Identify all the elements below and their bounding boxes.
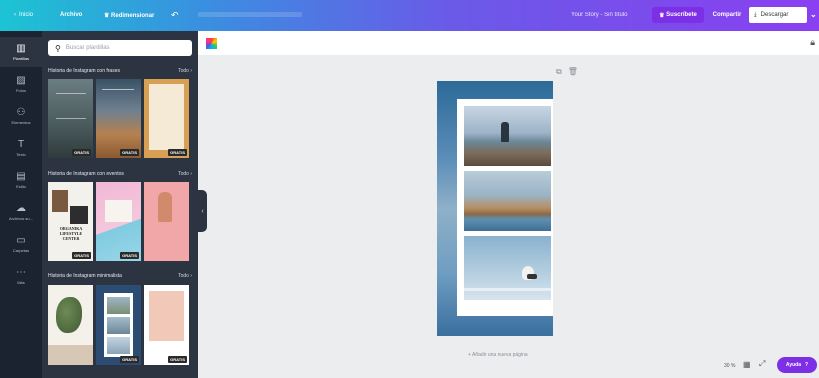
search-placeholder: Buscar plantillas — [65, 45, 110, 51]
chevron-left-icon: ‹ — [14, 12, 16, 18]
section-header: Historia de Instagram minimalista Todo › — [48, 273, 192, 279]
text-icon: T — [17, 138, 25, 150]
photo-pier-person[interactable] — [464, 106, 551, 166]
page-tools: ⧉ 🗑︎ — [556, 67, 578, 77]
crown-icon: ♛ — [104, 13, 112, 19]
help-button[interactable]: Ayuda ? — [777, 357, 817, 373]
elements-icon: ⚇ — [16, 106, 26, 118]
rail-item-style[interactable]: ▤ Estilo — [0, 165, 42, 195]
free-badge: GRATIS — [120, 149, 139, 156]
template-thumbnail[interactable]: ORGANIKA LIFESTYLE CENTER GRATIS — [48, 182, 93, 261]
section-title: Historia de Instagram con eventos — [48, 171, 124, 177]
rail-label: Texto — [16, 151, 26, 157]
photo-seagull[interactable] — [464, 236, 551, 300]
free-badge: GRATIS — [72, 252, 91, 259]
section-header: Historia de Instagram con frases Todo › — [48, 68, 192, 74]
rail-item-folders[interactable]: ▭ Carpetas — [0, 229, 42, 259]
template-thumbnail[interactable] — [48, 285, 93, 365]
photos-icon: ▨ — [16, 74, 26, 86]
section-title: Historia de Instagram minimalista — [48, 273, 122, 279]
design-name[interactable]: Your Story - Sin título — [571, 12, 627, 18]
add-page-button[interactable]: + Añadir una nueva página — [468, 352, 528, 358]
question-icon: ? — [805, 362, 809, 368]
rail-label: Estilo — [16, 183, 26, 189]
rail-item-more[interactable]: ⋯ Más — [0, 261, 42, 291]
rail-item-elements[interactable]: ⚇ Elementos — [0, 101, 42, 131]
template-thumbnail[interactable] — [144, 182, 189, 261]
rail-label: Archivos su... — [8, 215, 33, 221]
cloud-upload-icon: ☁ — [16, 202, 26, 214]
template-thumbnail[interactable]: GRATIS — [96, 285, 141, 365]
template-thumbnail[interactable]: GRATIS — [96, 79, 141, 158]
section-header: Historia de Instagram con eventos Todo › — [48, 171, 192, 177]
see-all-link[interactable]: Todo › — [178, 68, 192, 74]
rail-label: Carpetas — [12, 247, 30, 253]
rail-item-text[interactable]: T Texto — [0, 133, 42, 163]
color-picker-icon[interactable] — [206, 38, 217, 49]
collapse-panel-button[interactable]: ‹ — [198, 190, 207, 232]
lock-icon[interactable]: 🔒︎ — [810, 37, 815, 48]
photo-mountain-lake[interactable] — [464, 171, 551, 231]
help-label: Ayuda — [785, 362, 802, 368]
rail-label: Elementos — [11, 119, 31, 125]
see-all-link[interactable]: Todo › — [178, 171, 192, 177]
rail-item-templates[interactable]: ▥ Plantillas — [0, 37, 42, 67]
rail-label: Fotos — [15, 87, 26, 93]
subscribe-button[interactable]: ♛ Suscríbete — [652, 7, 704, 23]
file-menu-button[interactable]: Archivo — [60, 12, 82, 18]
section-title: Historia de Instagram con frases — [48, 68, 120, 74]
fullscreen-icon[interactable]: ⤢ — [759, 359, 765, 369]
download-button[interactable]: ⤓ Descargar — [749, 7, 807, 23]
rail-item-uploads[interactable]: ☁ Archivos su... — [0, 197, 42, 227]
rail-label: Más — [17, 279, 25, 285]
duplicate-page-icon[interactable]: ⧉ — [556, 67, 562, 77]
canvas-toolbar: 🔒︎ — [198, 31, 819, 55]
photo-frame[interactable] — [457, 99, 553, 316]
style-icon: ▤ — [16, 170, 26, 182]
free-badge: GRATIS — [168, 356, 187, 363]
template-thumbnail[interactable]: GRATIS — [144, 285, 189, 365]
crown-icon: ♛ — [659, 12, 667, 19]
saving-status-placeholder — [198, 12, 302, 17]
download-icon: ⤓ — [754, 11, 757, 18]
free-badge: GRATIS — [120, 252, 139, 259]
share-button[interactable]: Compartir — [708, 7, 746, 23]
resize-button[interactable]: ♛ Redimensionar — [104, 12, 154, 19]
delete-page-icon[interactable]: 🗑︎ — [568, 67, 578, 77]
free-badge: GRATIS — [72, 149, 91, 156]
more-icon: ⋯ — [16, 266, 26, 278]
search-icon: ⚲ — [55, 43, 61, 53]
template-title-text: ORGANIKA LIFESTYLE CENTER — [59, 226, 83, 241]
rail-item-photos[interactable]: ▨ Fotos — [0, 69, 42, 99]
resize-label: Redimensionar — [111, 13, 155, 19]
back-home-button[interactable]: ‹ Inicio — [14, 12, 33, 18]
download-label: Descargar — [760, 12, 789, 18]
story-design-page[interactable] — [437, 81, 553, 336]
template-thumbnail[interactable]: GRATIS — [96, 182, 141, 261]
subscribe-label: Suscríbete — [666, 12, 697, 18]
undo-icon[interactable]: ↶ — [171, 10, 179, 21]
templates-icon: ▥ — [16, 42, 26, 54]
search-input[interactable]: ⚲ Buscar plantillas — [48, 40, 192, 56]
template-thumbnail[interactable]: GRATIS — [48, 79, 93, 158]
see-all-link[interactable]: Todo › — [178, 273, 192, 279]
back-label: Inicio — [19, 12, 34, 18]
left-rail: ▥ Plantillas ▨ Fotos ⚇ Elementos T Texto… — [0, 31, 42, 378]
free-badge: GRATIS — [168, 149, 187, 156]
zoom-level[interactable]: 30 % — [724, 363, 735, 369]
folder-icon: ▭ — [16, 234, 26, 246]
top-toolbar: ‹ Inicio Archivo ♛ Redimensionar ↶ Your … — [0, 0, 819, 31]
rail-label: Plantillas — [12, 55, 29, 61]
templates-panel: ⚲ Buscar plantillas Historia de Instagra… — [42, 31, 198, 378]
free-badge: GRATIS — [120, 356, 139, 363]
chevron-down-icon[interactable]: ⌄ — [810, 10, 817, 19]
template-thumbnail[interactable]: GRATIS — [144, 79, 189, 158]
grid-view-icon[interactable]: ▦ — [743, 360, 751, 369]
